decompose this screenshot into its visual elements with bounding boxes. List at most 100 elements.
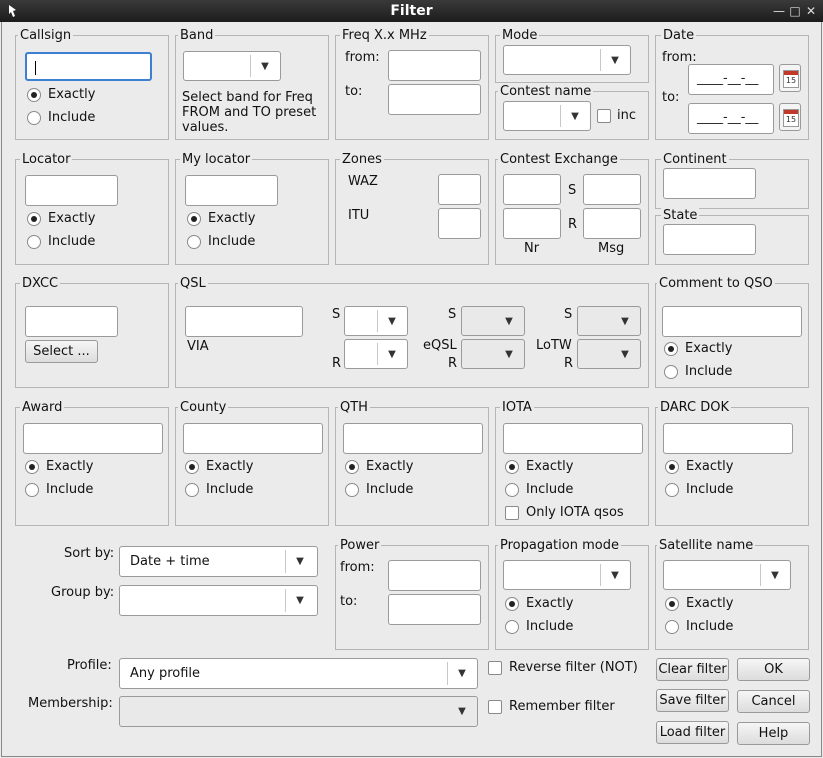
zones-waz-input[interactable] (438, 174, 481, 205)
callsign-input[interactable] (25, 52, 152, 81)
band-group-title: Band (178, 28, 216, 43)
exchange-r-nr-input[interactable] (503, 208, 561, 239)
contest-inc-checkbox[interactable] (597, 109, 611, 123)
mylocator-input[interactable] (185, 175, 278, 206)
qth-include-radio[interactable] (345, 483, 359, 497)
close-icon[interactable]: ✕ (803, 3, 819, 19)
chevron-down-icon: ▼ (388, 348, 396, 360)
zones-itu-input[interactable] (438, 208, 481, 239)
lotw-r-combo[interactable]: ▼ (577, 339, 641, 369)
qsl-s-combo[interactable]: ▼ (344, 306, 408, 336)
power-from-input[interactable] (388, 560, 481, 591)
exchange-s-msg-input[interactable] (583, 174, 641, 205)
membership-label: Membership: (28, 696, 113, 711)
contest-group-title: Contest name (498, 84, 594, 99)
prop-exactly-radio[interactable] (505, 597, 519, 611)
profile-combo[interactable]: Any profile ▼ (119, 658, 478, 689)
group-by-label: Group by: (51, 585, 115, 600)
contest-combo[interactable]: ▼ (503, 101, 591, 131)
date-to-input[interactable]: ____-__-__ (688, 103, 774, 134)
comment-exactly-radio[interactable] (664, 342, 678, 356)
locator-include-radio[interactable] (27, 235, 41, 249)
sat-exactly-radio[interactable] (665, 597, 679, 611)
county-include-radio[interactable] (185, 483, 199, 497)
iota-include-label: Include (526, 482, 574, 497)
sat-include-radio[interactable] (665, 620, 679, 634)
title-bar[interactable]: Filter — □ ✕ (0, 0, 823, 22)
callsign-include-radio[interactable] (27, 111, 41, 125)
iota-include-radio[interactable] (505, 483, 519, 497)
county-input[interactable] (183, 423, 323, 454)
iota-only-checkbox[interactable] (505, 506, 519, 520)
prop-include-radio[interactable] (505, 620, 519, 634)
iota-exactly-radio[interactable] (505, 460, 519, 474)
band-combo[interactable]: ▼ (183, 51, 281, 81)
county-exactly-radio[interactable] (185, 460, 199, 474)
group-by-combo[interactable]: ▼ (119, 585, 318, 616)
membership-combo[interactable]: ▼ (119, 696, 478, 727)
darc-input[interactable] (663, 423, 793, 454)
clear-filter-button[interactable]: Clear filter (656, 658, 729, 681)
continent-input[interactable] (663, 168, 756, 199)
callsign-include-label: Include (48, 110, 96, 125)
calendar-icon: 15 (783, 109, 799, 127)
dxcc-select-button[interactable]: Select ... (25, 340, 98, 363)
zones-waz-label: WAZ (348, 174, 378, 189)
chevron-down-icon: ▼ (611, 569, 619, 581)
mylocator-exactly-radio[interactable] (187, 212, 201, 226)
maximize-icon[interactable]: □ (787, 3, 803, 19)
prop-combo[interactable]: ▼ (503, 560, 631, 590)
qth-input[interactable] (343, 423, 483, 454)
freq-from-input[interactable] (388, 50, 481, 81)
mode-combo[interactable]: ▼ (503, 45, 631, 75)
lotw-s-label: S (564, 307, 573, 322)
eqsl-r-combo[interactable]: ▼ (461, 339, 525, 369)
mylocator-include-radio[interactable] (187, 235, 201, 249)
comment-include-radio[interactable] (664, 365, 678, 379)
locator-exactly-radio[interactable] (27, 212, 41, 226)
window-title: Filter (390, 3, 433, 19)
state-input[interactable] (663, 224, 756, 255)
iota-group-title: IOTA (500, 400, 534, 415)
iota-input[interactable] (503, 423, 643, 454)
eqsl-s-combo[interactable]: ▼ (461, 306, 525, 336)
ok-button[interactable]: OK (737, 658, 810, 681)
cancel-button[interactable]: Cancel (737, 690, 810, 713)
darc-exactly-radio[interactable] (665, 460, 679, 474)
award-input[interactable] (23, 423, 163, 454)
minimize-icon[interactable]: — (771, 3, 787, 19)
exchange-s-nr-input[interactable] (503, 174, 561, 205)
award-exactly-radio[interactable] (25, 460, 39, 474)
qsl-r-combo[interactable]: ▼ (344, 339, 408, 369)
prop-include-label: Include (526, 619, 574, 634)
award-include-radio[interactable] (25, 483, 39, 497)
callsign-exactly-radio[interactable] (27, 88, 41, 102)
help-button[interactable]: Help (737, 722, 810, 745)
lotw-s-combo[interactable]: ▼ (577, 306, 641, 336)
qsl-via-input[interactable] (185, 306, 303, 337)
date-from-input[interactable]: ____-__-__ (688, 64, 774, 95)
comment-input[interactable] (662, 306, 802, 337)
dxcc-input[interactable] (25, 306, 118, 337)
freq-to-input[interactable] (388, 84, 481, 115)
remember-filter-checkbox[interactable] (488, 700, 502, 714)
date-from-calendar-button[interactable]: 15 (779, 64, 801, 92)
callsign-exactly-label: Exactly (48, 87, 96, 102)
remember-filter-label: Remember filter (509, 699, 615, 714)
sat-combo[interactable]: ▼ (663, 560, 791, 590)
exchange-group-title: Contest Exchange (498, 152, 620, 167)
sort-by-label: Sort by: (64, 546, 115, 561)
reverse-filter-checkbox[interactable] (488, 661, 502, 675)
darc-include-radio[interactable] (665, 483, 679, 497)
save-filter-button[interactable]: Save filter (656, 689, 729, 712)
power-to-label: to: (340, 594, 358, 609)
power-to-input[interactable] (388, 594, 481, 625)
date-to-calendar-button[interactable]: 15 (779, 103, 801, 131)
load-filter-button[interactable]: Load filter (656, 721, 729, 744)
award-include-label: Include (46, 482, 94, 497)
locator-input[interactable] (25, 175, 118, 206)
qth-exactly-radio[interactable] (345, 460, 359, 474)
sort-by-combo[interactable]: Date + time ▼ (119, 546, 318, 577)
exchange-r-msg-input[interactable] (583, 208, 641, 239)
eqsl-s-label: S (448, 307, 457, 322)
